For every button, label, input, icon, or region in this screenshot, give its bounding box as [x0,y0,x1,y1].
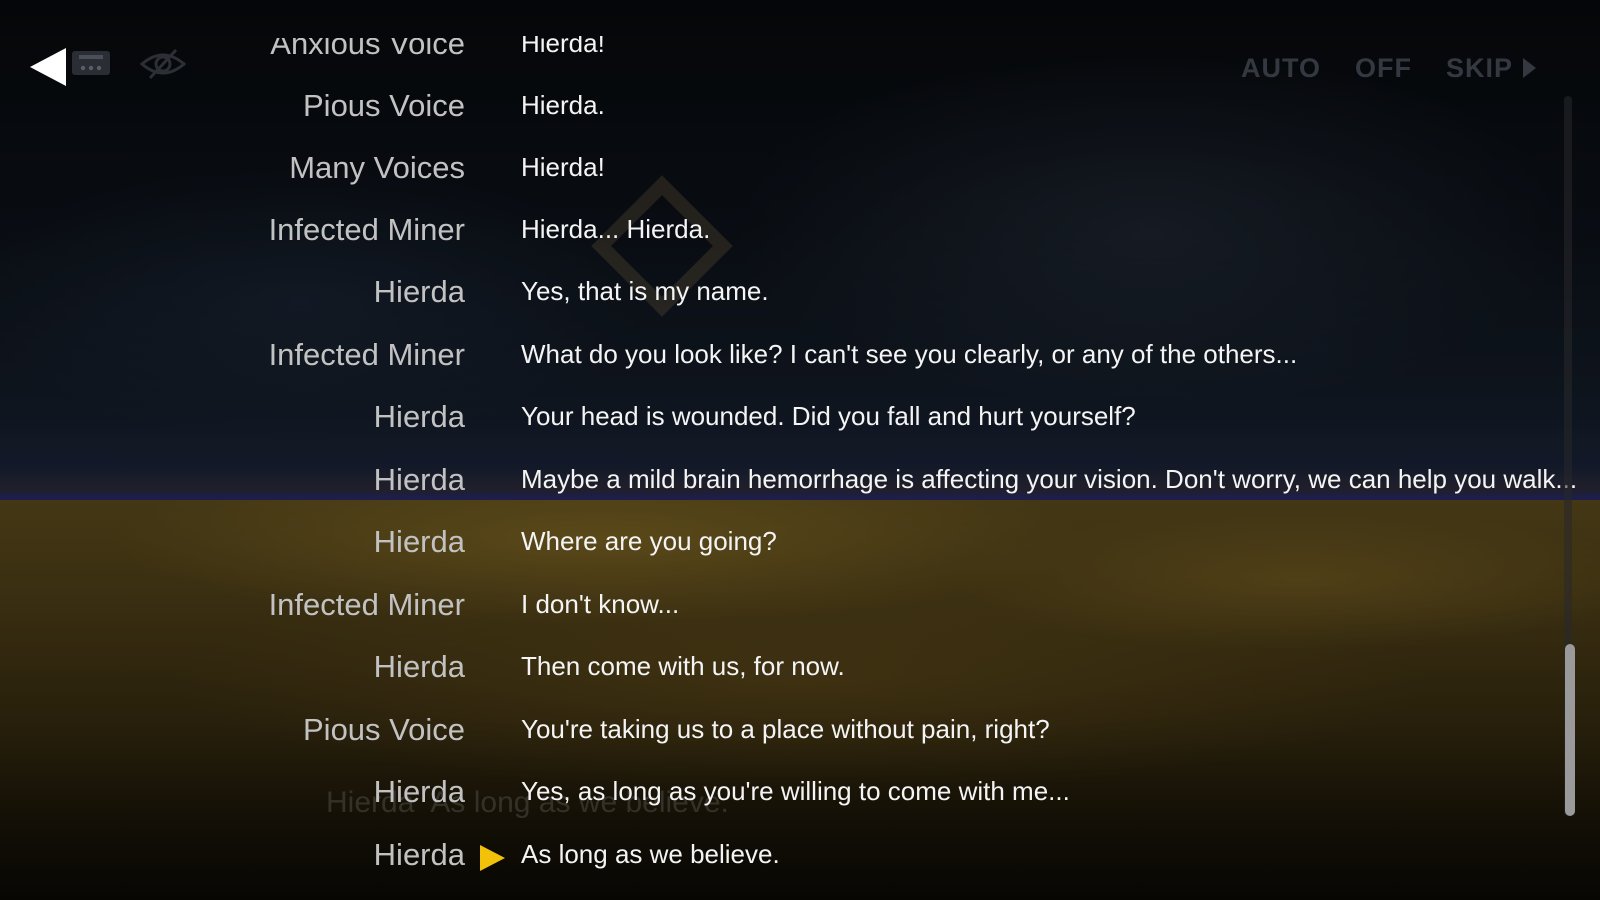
dialogue-line: Maybe a mild brain hemorrhage is affecti… [521,464,1578,494]
dialogue-line: Hierda... Hierda. [521,214,711,244]
log-row: Hierda Maybe a mild brain hemorrhage is … [0,452,1577,514]
log-row: Hierda Your head is wounded. Did you fal… [0,389,1570,451]
dialogue-line: You're taking us to a place without pain… [521,714,1050,744]
speaker-name: Infected Miner [268,587,465,622]
dialogue-line: Hierda! [521,152,605,182]
dialogue-line: Hierda! [521,28,605,58]
log-row-current: Hierda As long as we believe. [0,827,1570,889]
speaker-name: Pious Voice [303,88,465,123]
speaker-name: Hierda [373,462,465,497]
story-log-screen: Hierda As long as we believe. AUTO OFF S… [0,0,1600,900]
log-row: Anxious Voice Hierda! [0,16,1570,78]
dialogue-line: Hierda. [521,90,605,120]
log-row: Many Voices Hierda! [0,140,1570,202]
speaker-name: Hierda [373,774,465,809]
dialogue-line: As long as we believe. [521,839,780,869]
log-row: Hierda Yes, as long as you're willing to… [0,764,1570,826]
dialogue-line: Yes, that is my name. [521,276,769,306]
log-row: Pious Voice Hierda. [0,78,1570,140]
log-row: Infected Miner Hierda... Hierda. [0,202,1570,264]
log-row: Infected Miner What do you look like? I … [0,327,1570,389]
dialogue-line: Yes, as long as you're willing to come w… [521,776,1070,806]
speaker-name: Pious Voice [303,712,465,747]
speaker-name: Hierda [373,837,465,872]
speaker-name: Hierda [373,274,465,309]
log-row: Hierda Then come with us, for now. [0,639,1570,701]
dialogue-line: Then come with us, for now. [521,651,845,681]
log-row: Infected Miner I don't know... [0,577,1570,639]
current-line-marker-icon [480,845,505,871]
log-row: Hierda Where are you going? [0,514,1570,576]
scrollbar-thumb[interactable] [1565,644,1575,816]
log-row: Pious Voice You're taking us to a place … [0,702,1570,764]
speaker-name: Infected Miner [268,337,465,372]
dialogue-line: What do you look like? I can't see you c… [521,339,1298,369]
dialogue-line: I don't know... [521,589,680,619]
dialogue-line: Your head is wounded. Did you fall and h… [521,401,1136,431]
speaker-name: Anxious Voice [270,26,465,61]
dialogue-line: Where are you going? [521,526,777,556]
speaker-name: Infected Miner [268,212,465,247]
speaker-name: Hierda [373,649,465,684]
speaker-name: Hierda [373,524,465,559]
speaker-name: Hierda [373,399,465,434]
speaker-name: Many Voices [289,150,465,185]
log-row: Hierda Yes, that is my name. [0,264,1570,326]
